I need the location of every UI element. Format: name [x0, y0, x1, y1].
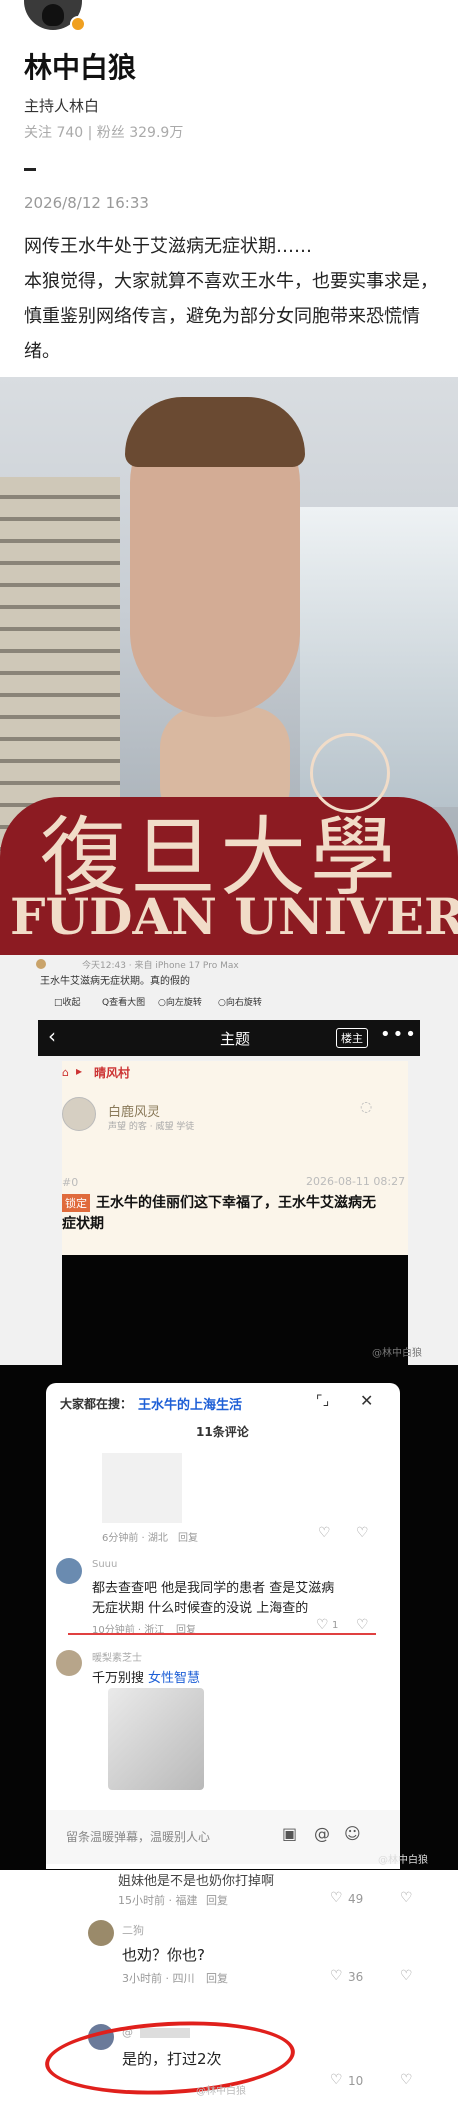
search-prefix: 大家都在搜：	[60, 1397, 133, 1411]
reply-1-likes: 36	[348, 1970, 364, 1984]
reply-0-reply[interactable]: 回复	[206, 1892, 228, 1908]
forum-post-title-1: 王水牛的佳丽们这下幸福了，王水牛艾滋病无	[96, 1195, 376, 1211]
home-icon[interactable]: ⌂	[62, 1066, 69, 1079]
action-rotate-left[interactable]: ○向左旋转	[158, 995, 202, 1008]
breadcrumb-icon: ▸	[76, 1064, 83, 1078]
blurred-thread	[102, 1453, 182, 1523]
forum-topbar: ‹ 主题 楼主 •••	[38, 1020, 420, 1056]
reply-1-meta: 3小时前 · 四川	[122, 1972, 195, 1985]
poster-tags: 声望 的客 · 威望 学徒	[108, 1122, 195, 1132]
red-underline	[68, 1633, 376, 1635]
reply-1-reply[interactable]: 回复	[206, 1970, 228, 1986]
comment-input-bar: 留条温暖弹幕，温暖别人心 ▣ @ ☺	[46, 1810, 400, 1864]
comment-1-likes: 1	[332, 1620, 339, 1631]
floor-number: #0	[62, 1176, 79, 1189]
verified-badge-icon	[70, 16, 86, 32]
comment-0-meta: 6分钟前 · 湖北	[102, 1533, 168, 1544]
comment-1-line-1: 都去查查吧 他是我同学的患者 查是艾滋病	[92, 1581, 335, 1596]
host-badge[interactable]: 楼主	[336, 1028, 368, 1048]
dislike-icon[interactable]: ♡	[356, 1525, 369, 1541]
more-icon[interactable]: •••	[380, 1024, 418, 1045]
shirt-text-en: FUDAN UNIVERS	[10, 887, 458, 946]
comment-sheet: 大家都在搜： 王水牛的上海生活 ⌜⌟ ✕ 11条评论 6分钟前 · 湖北 回复 …	[46, 1383, 400, 1869]
image-icon[interactable]: ▣	[282, 1824, 297, 1843]
dislike-icon[interactable]: ♡	[356, 1617, 369, 1633]
screenshot-forum: 今天12:43 · 来自 iPhone 17 Pro Max 王水牛艾滋病无症状…	[0, 955, 458, 1365]
dislike-icon[interactable]: ♡	[400, 1968, 413, 1984]
action-view-large[interactable]: Q查看大图	[102, 995, 145, 1008]
red-circle-annotation	[43, 2015, 297, 2101]
breadcrumb[interactable]: 晴风村	[94, 1064, 130, 1081]
chevron-left-icon[interactable]: ‹	[48, 1024, 56, 1048]
wolf-icon	[42, 4, 64, 26]
profile-name[interactable]: 林中白狼	[24, 46, 136, 86]
heart-icon[interactable]: ♡	[330, 2072, 343, 2088]
reply-1-text: 也劝？你也?	[122, 1946, 205, 1964]
heart-icon[interactable]: ♡	[330, 1890, 343, 1906]
profile-title: 主持人林白	[24, 97, 100, 115]
shot1-meta: 今天12:43 · 来自 iPhone 17 Pro Max	[82, 961, 239, 971]
emoji-icon[interactable]: ☺	[344, 1824, 361, 1843]
comment-0-reply[interactable]: 回复	[178, 1529, 198, 1544]
comment-1-user[interactable]: Suuu	[92, 1559, 117, 1570]
anime-sticker-image[interactable]	[108, 1688, 204, 1790]
weibo-watermark: @林中白狼	[196, 2086, 246, 2097]
small-avatar	[36, 959, 46, 969]
search-term[interactable]: 王水牛的上海生活	[138, 1394, 242, 1413]
post-line-1: 网传王水牛处于艾滋病无症状期……	[24, 236, 312, 257]
post-timestamp: 2026-08-11 08:27	[306, 1175, 406, 1188]
heart-icon[interactable]: ♡	[318, 1525, 331, 1541]
comment-2-text: 千万别搜	[92, 1671, 145, 1686]
heart-icon[interactable]: ♡	[316, 1617, 329, 1633]
action-collapse[interactable]: □收起	[54, 995, 81, 1008]
post-line-3: 慎重鉴别网络传言，避免为部分女同胞带来恐慌情	[24, 306, 420, 327]
at-icon[interactable]: @	[314, 1824, 330, 1843]
comment-1-line-2: 无症状期 什么时候查的没说 上海查的	[92, 1601, 309, 1616]
divider	[24, 168, 36, 171]
post-date: 2026/8/12 16:33	[24, 194, 149, 212]
screenshot-replies: 姐妹他是不是也奶你打掉啊 15小时前 · 福建 回复 ♡ 49 ♡ 二狗 也劝？…	[0, 1870, 458, 2114]
comment-count: 11条评论	[196, 1425, 249, 1439]
reply-0-likes: 49	[348, 1892, 364, 1906]
comment-2-link[interactable]: 女性智慧	[148, 1667, 200, 1686]
weibo-watermark: @林中白狼	[372, 1348, 422, 1359]
locked-tag: 锁定	[62, 1194, 90, 1212]
comment-2-avatar[interactable]	[56, 1650, 82, 1676]
dislike-icon[interactable]: ♡	[400, 2072, 413, 2088]
expand-icon[interactable]: ⌜⌟	[316, 1393, 329, 1409]
selfie-photo[interactable]: 復旦大學 FUDAN UNIVERS	[0, 377, 458, 955]
forum-title: 主题	[220, 1030, 251, 1048]
comment-1-avatar[interactable]	[56, 1558, 82, 1584]
post-image-placeholder	[62, 1255, 408, 1365]
profile-stats: 关注 740 | 粉丝 329.9万	[24, 125, 184, 141]
poster-name[interactable]: 白鹿风灵	[108, 1101, 160, 1120]
poster-avatar[interactable]	[62, 1097, 96, 1131]
action-rotate-right[interactable]: ○向右旋转	[218, 995, 262, 1008]
reply-0-meta: 15小时前 · 福建	[118, 1894, 198, 1907]
dislike-icon[interactable]: ♡	[400, 1890, 413, 1906]
reply-2-likes: 10	[348, 2074, 364, 2088]
reply-1-user[interactable]: 二狗	[122, 1922, 144, 1938]
forum-post-title-2: 症状期	[62, 1216, 104, 1232]
partial-comment: 姐妹他是不是也奶你打掉啊	[118, 1874, 275, 1889]
post-line-2: 本狼觉得，大家就算不喜欢王水牛，也要实事求是，	[24, 271, 438, 292]
shot1-caption: 王水牛艾滋病无症状期。真的假的	[40, 976, 190, 987]
chat-icon[interactable]: ◌	[360, 1099, 372, 1115]
hair	[125, 397, 305, 467]
heart-icon[interactable]: ♡	[330, 1968, 343, 1984]
weibo-watermark: @林中白狼	[378, 1855, 428, 1866]
post-line-4: 绪。	[24, 341, 60, 362]
comment-2-user[interactable]: 暖梨素芝士	[92, 1649, 142, 1664]
screenshot-comments: 大家都在搜： 王水牛的上海生活 ⌜⌟ ✕ 11条评论 6分钟前 · 湖北 回复 …	[0, 1365, 458, 1870]
comment-input[interactable]: 留条温暖弹幕，温暖别人心	[66, 1828, 210, 1845]
close-icon[interactable]: ✕	[360, 1391, 373, 1410]
reply-1-avatar[interactable]	[88, 1920, 114, 1946]
